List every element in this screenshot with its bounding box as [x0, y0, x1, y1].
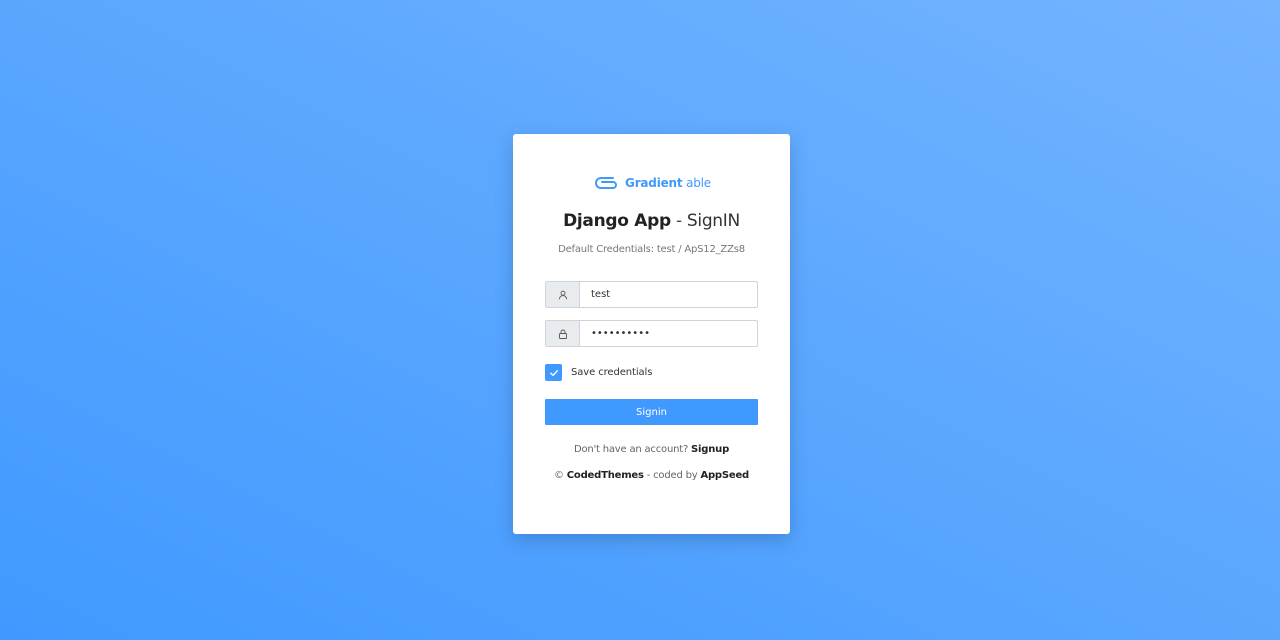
footer-author: AppSeed [700, 470, 750, 481]
username-group [545, 281, 758, 308]
footer-credit: © CodedThemes - coded by AppSeed [545, 470, 758, 481]
user-icon [558, 290, 567, 299]
save-credentials-label[interactable]: Save credentials [571, 367, 652, 378]
footer-middle-text: - coded by [646, 470, 698, 481]
page-title-app: Django App [563, 211, 671, 231]
credentials-hint: Default Credentials: test / ApS12_ZZs8 [558, 244, 745, 255]
signup-prompt-text: Don't have an account? [573, 444, 689, 455]
brand-name-bold: Gradient [625, 176, 683, 190]
checkmark-icon [549, 369, 558, 376]
username-input[interactable] [580, 282, 757, 307]
username-addon [546, 282, 580, 307]
lock-icon [558, 329, 567, 339]
signin-button[interactable]: Signin [545, 399, 758, 425]
copyright-symbol: © [553, 470, 564, 481]
save-credentials-row: Save credentials [545, 364, 758, 381]
signup-link[interactable]: Signup [691, 444, 729, 455]
page-title-separator: - [670, 211, 687, 231]
signup-prompt: Don't have an account? Signup [545, 444, 758, 455]
signin-card: Gradient able Django App - SignIN Defaul… [513, 134, 790, 534]
password-addon [546, 321, 580, 346]
brand-name: Gradient able [625, 176, 711, 190]
footer-brand: CodedThemes [566, 470, 644, 481]
page-title-action: SignIN [686, 211, 740, 231]
brand-logo: Gradient able [545, 174, 758, 192]
paperclip-logo-icon [595, 177, 617, 189]
password-group [545, 320, 758, 347]
password-input[interactable] [580, 321, 757, 346]
brand-name-light: able [686, 176, 711, 190]
save-credentials-checkbox[interactable] [545, 364, 562, 381]
page-title: Django App - SignIN [545, 211, 758, 231]
